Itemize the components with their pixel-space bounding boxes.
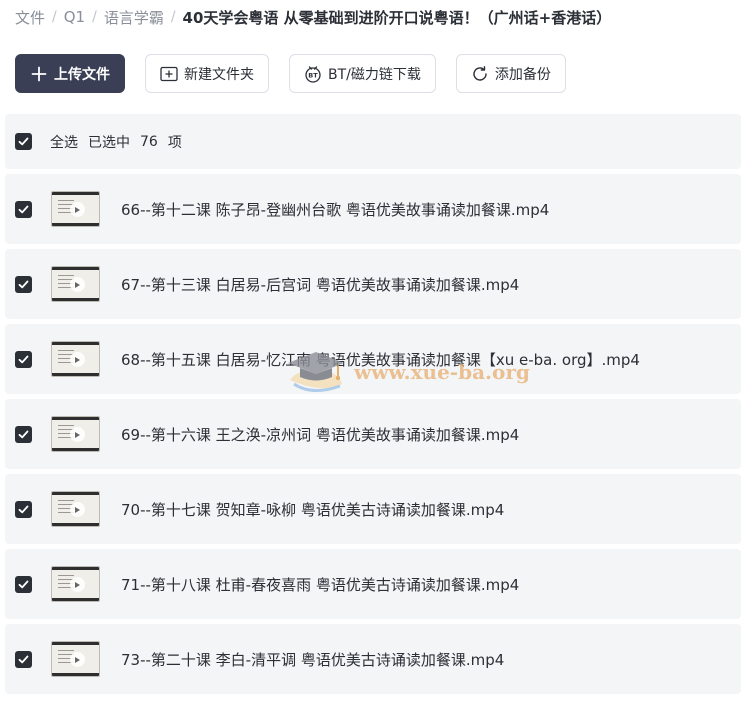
- video-thumbnail[interactable]: [51, 416, 100, 452]
- selected-unit: 项: [167, 134, 182, 151]
- bt-icon: BT: [304, 65, 322, 83]
- upload-file-button[interactable]: 上传文件: [15, 54, 125, 93]
- file-name[interactable]: 68--第十五课 白居易-忆江南 粤语优美故事诵读加餐课【xu e-ba. or…: [121, 349, 640, 370]
- new-folder-label: 新建文件夹: [184, 66, 254, 83]
- new-folder-button[interactable]: 新建文件夹: [145, 54, 269, 93]
- selected-count: 76: [140, 133, 158, 150]
- file-checkbox[interactable]: [15, 650, 32, 668]
- add-backup-label: 添加备份: [494, 66, 551, 83]
- file-row[interactable]: 71--第十八课 杜甫-春夜喜雨 粤语优美古诗诵读加餐课.mp4: [5, 549, 741, 619]
- breadcrumb-item-q1[interactable]: Q1: [64, 8, 85, 26]
- check-icon: [18, 430, 29, 438]
- file-checkbox[interactable]: [15, 500, 32, 518]
- selection-bar: 全选 已选中 76 项: [5, 114, 741, 169]
- file-checkbox[interactable]: [15, 425, 32, 443]
- video-thumbnail[interactable]: [51, 641, 100, 677]
- play-icon: [69, 427, 85, 442]
- check-icon: [18, 205, 29, 213]
- breadcrumb-separator: /: [52, 9, 57, 25]
- play-icon: [69, 352, 85, 367]
- video-thumbnail[interactable]: [51, 191, 100, 227]
- bt-magnet-download-label: BT/磁力链下载: [328, 66, 421, 83]
- file-checkbox[interactable]: [15, 200, 32, 218]
- file-checkbox[interactable]: [15, 275, 32, 293]
- plus-icon: [30, 65, 48, 83]
- file-row[interactable]: 69--第十六课 王之涣-凉州词 粤语优美故事诵读加餐课.mp4: [5, 399, 741, 469]
- play-icon: [69, 652, 85, 667]
- breadcrumb-item-files[interactable]: 文件: [15, 7, 45, 28]
- file-row[interactable]: 68--第十五课 白居易-忆江南 粤语优美故事诵读加餐课【xu e-ba. or…: [5, 324, 741, 394]
- breadcrumb-separator: /: [92, 9, 97, 25]
- play-icon: [69, 277, 85, 292]
- file-name[interactable]: 66--第十二课 陈子昂-登幽州台歌 粤语优美故事诵读加餐课.mp4: [121, 199, 549, 220]
- bt-magnet-download-button[interactable]: BT BT/磁力链下载: [289, 54, 436, 93]
- video-thumbnail[interactable]: [51, 566, 100, 602]
- breadcrumb-separator: /: [170, 9, 176, 25]
- video-thumbnail[interactable]: [51, 341, 100, 377]
- file-list: 66--第十二课 陈子昂-登幽州台歌 粤语优美故事诵读加餐课.mp4 67--第…: [5, 174, 741, 699]
- file-row[interactable]: 70--第十七课 贺知章-咏柳 粤语优美古诗诵读加餐课.mp4: [5, 474, 741, 544]
- check-icon: [18, 355, 29, 363]
- file-checkbox[interactable]: [15, 350, 32, 368]
- video-thumbnail[interactable]: [51, 266, 100, 302]
- file-row[interactable]: 67--第十三课 白居易-后宫词 粤语优美故事诵读加餐课.mp4: [5, 249, 741, 319]
- file-row[interactable]: 73--第二十课 李白-清平调 粤语优美古诗诵读加餐课.mp4: [5, 624, 741, 694]
- play-icon: [69, 577, 85, 592]
- file-name[interactable]: 73--第二十课 李白-清平调 粤语优美古诗诵读加餐课.mp4: [121, 649, 504, 670]
- upload-file-label: 上传文件: [54, 66, 110, 83]
- check-icon: [18, 505, 29, 513]
- file-checkbox[interactable]: [15, 575, 32, 593]
- play-icon: [69, 502, 85, 517]
- file-name[interactable]: 67--第十三课 白居易-后宫词 粤语优美故事诵读加餐课.mp4: [121, 274, 519, 295]
- check-icon: [18, 580, 29, 588]
- svg-text:BT: BT: [308, 71, 318, 79]
- breadcrumb-current-folder: 40天学会粤语 从零基础到进阶开口说粤语！（广州话+香港话）: [182, 8, 612, 27]
- selected-label: 已选中: [88, 134, 130, 151]
- check-icon: [18, 655, 29, 663]
- file-name[interactable]: 69--第十六课 王之涣-凉州词 粤语优美故事诵读加餐课.mp4: [121, 424, 519, 445]
- check-icon: [18, 137, 29, 146]
- folder-plus-icon: [160, 65, 178, 83]
- file-name[interactable]: 71--第十八课 杜甫-春夜喜雨 粤语优美古诗诵读加餐课.mp4: [121, 574, 519, 595]
- refresh-icon: [471, 65, 489, 83]
- select-all-label[interactable]: 全选: [50, 132, 78, 152]
- video-thumbnail[interactable]: [51, 491, 100, 527]
- play-icon: [69, 202, 85, 217]
- select-all-checkbox[interactable]: [15, 133, 32, 150]
- file-row[interactable]: 66--第十二课 陈子昂-登幽州台歌 粤语优美故事诵读加餐课.mp4: [5, 174, 741, 244]
- toolbar: 上传文件 新建文件夹 BT BT/磁力链下载 添加备份: [15, 54, 566, 93]
- add-backup-button[interactable]: 添加备份: [455, 54, 566, 93]
- check-icon: [18, 280, 29, 288]
- file-name[interactable]: 70--第十七课 贺知章-咏柳 粤语优美古诗诵读加餐课.mp4: [121, 499, 504, 520]
- breadcrumb-item-language[interactable]: 语言学霸: [104, 7, 164, 28]
- breadcrumb: 文件 / Q1 / 语言学霸 / 40天学会粤语 从零基础到进阶开口说粤语！（广…: [15, 6, 611, 28]
